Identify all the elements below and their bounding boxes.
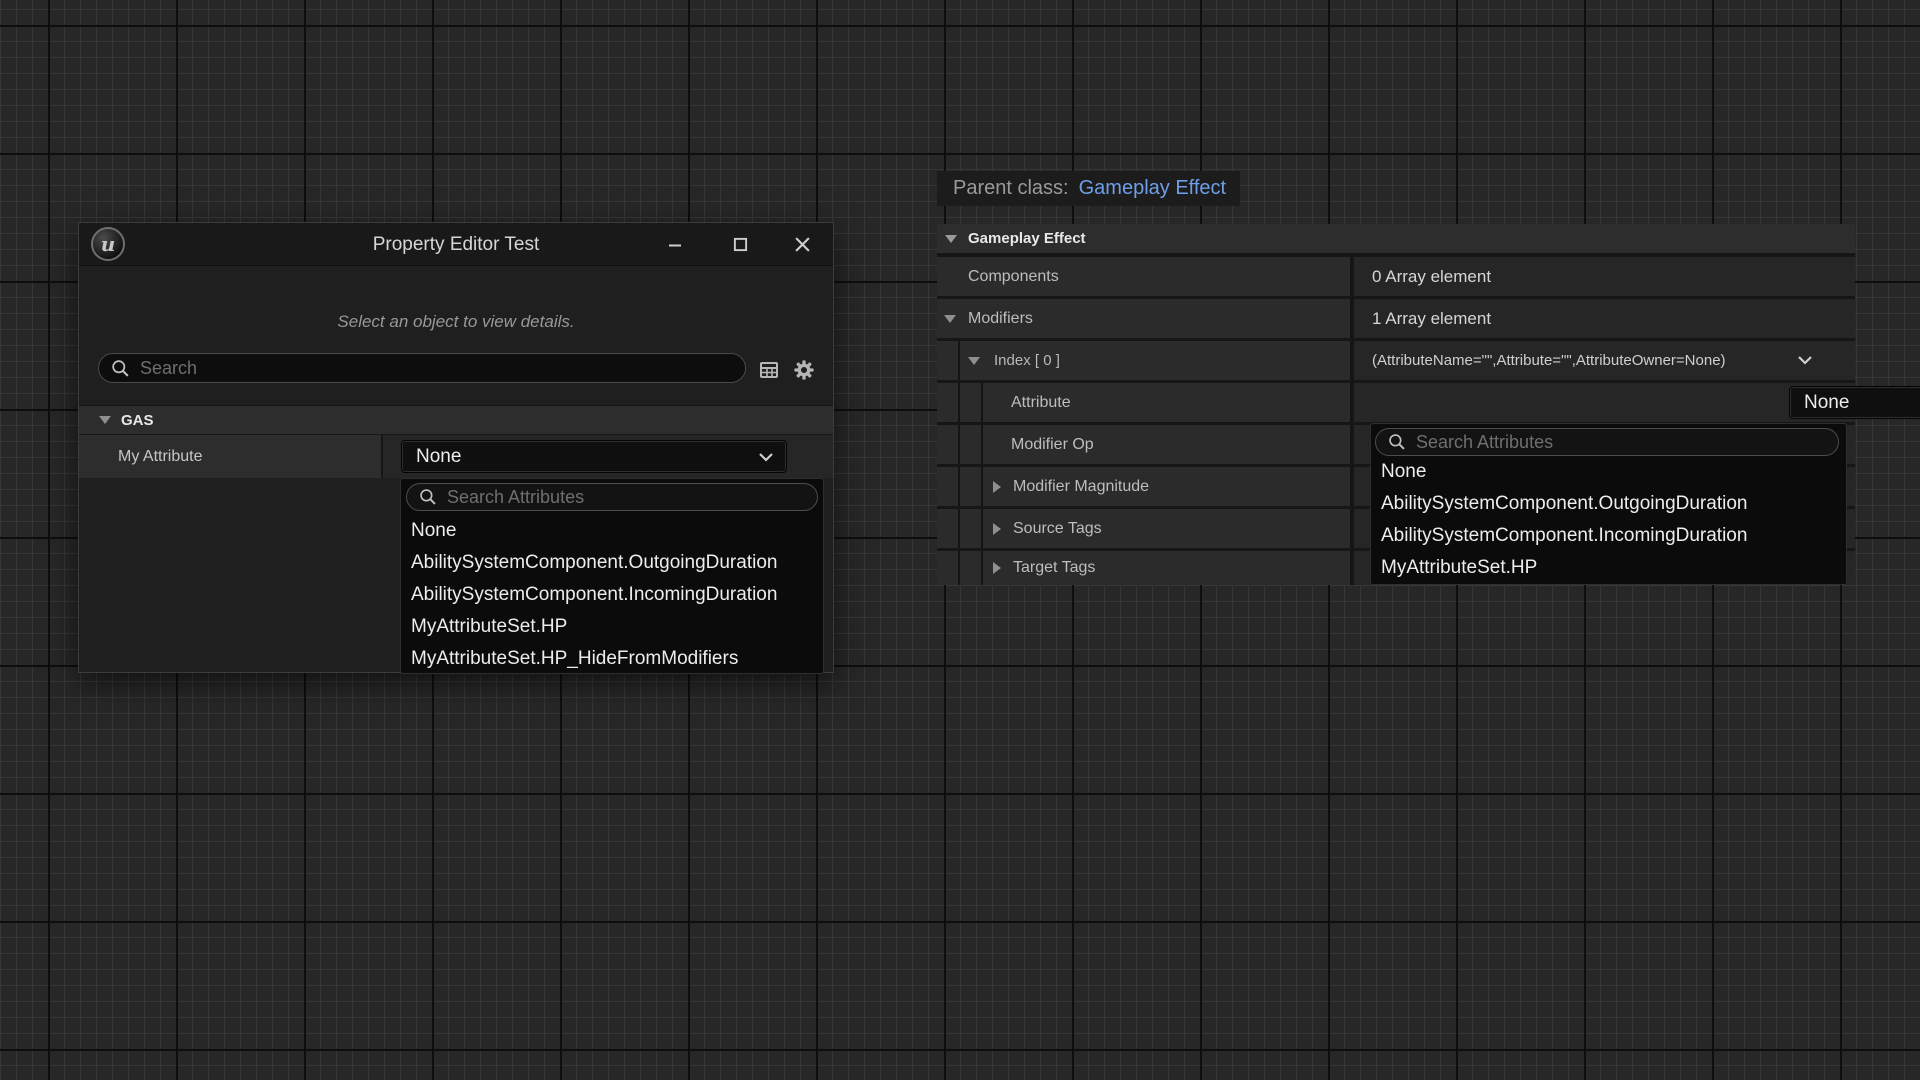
graph-editor-background: u Property Editor Test Select an object …	[0, 0, 1920, 1080]
row-label: Modifier Magnitude	[1013, 467, 1149, 506]
chevron-down-icon	[758, 452, 774, 462]
minimize-icon	[667, 237, 683, 253]
parent-class-bar: Parent class: Gameplay Effect	[937, 171, 1240, 206]
my-attribute-combobox[interactable]: None	[401, 440, 787, 473]
close-icon	[794, 236, 811, 253]
row-label: Source Tags	[1013, 509, 1102, 548]
row-label: Modifier Op	[1011, 425, 1094, 464]
row-label: Attribute	[1011, 383, 1071, 422]
maximize-button[interactable]	[718, 223, 762, 266]
chevron-down-icon[interactable]	[1797, 355, 1813, 365]
empty-selection-hint: Select an object to view details.	[79, 312, 833, 332]
window-titlebar[interactable]: u Property Editor Test	[79, 223, 833, 266]
category-expanded-icon	[945, 235, 957, 243]
combobox-value: None	[416, 446, 461, 468]
array-count: 1 Array element	[1372, 299, 1491, 338]
dropdown-option[interactable]: AbilitySystemComponent.OutgoingDuration	[401, 547, 823, 579]
search-icon	[1388, 433, 1406, 451]
maximize-icon	[733, 237, 748, 252]
gear-icon	[793, 359, 815, 381]
details-search-bar[interactable]	[98, 353, 746, 383]
attribute-search-input[interactable]	[445, 486, 805, 509]
expander-expanded-icon[interactable]	[944, 315, 956, 323]
expander-collapsed-icon[interactable]	[993, 523, 1001, 535]
search-input[interactable]	[138, 357, 733, 380]
attribute-dropdown-popup: None AbilitySystemComponent.OutgoingDura…	[400, 478, 824, 674]
row-label: Modifiers	[968, 299, 1033, 338]
array-count: 0 Array element	[1372, 257, 1491, 296]
attribute-search-bar[interactable]	[1375, 428, 1839, 456]
display-settings-button[interactable]	[757, 358, 781, 382]
property-editor-window: u Property Editor Test Select an object …	[78, 222, 834, 673]
category-header-gas[interactable]: GAS	[79, 405, 833, 435]
property-label: My Attribute	[79, 435, 383, 478]
row-label: Components	[968, 257, 1059, 296]
attribute-combobox[interactable]: None	[1789, 386, 1920, 419]
attribute-search-bar[interactable]	[406, 483, 818, 511]
my-attribute-row: My Attribute None	[79, 435, 833, 478]
dropdown-option[interactable]: AbilitySystemComponent.OutgoingDuration	[1371, 488, 1846, 520]
dropdown-option[interactable]: AbilitySystemComponent.IncomingDuration	[401, 579, 823, 611]
table-view-icon	[759, 360, 779, 380]
attribute-row: Attribute None	[937, 383, 1855, 422]
expander-collapsed-icon[interactable]	[993, 562, 1001, 574]
category-header-gameplay-effect[interactable]: Gameplay Effect	[937, 224, 1855, 253]
attribute-dropdown-popup: None AbilitySystemComponent.OutgoingDura…	[1370, 423, 1847, 585]
details-panel: Gameplay Effect Components 0 Array eleme…	[937, 224, 1855, 585]
parent-class-label: Parent class:	[953, 177, 1069, 200]
dropdown-option[interactable]: None	[1371, 456, 1846, 488]
dropdown-option[interactable]: MyAttributeSet.HP	[1371, 552, 1846, 584]
close-button[interactable]	[780, 223, 824, 266]
combobox-value: None	[1804, 392, 1849, 414]
search-icon	[419, 488, 437, 506]
settings-button[interactable]	[792, 358, 816, 382]
dropdown-option[interactable]: AbilitySystemComponent.IncomingDuration	[1371, 520, 1846, 552]
parent-class-link[interactable]: Gameplay Effect	[1079, 177, 1226, 200]
index-0-row: Index [ 0 ] (AttributeName="",Attribute=…	[937, 341, 1855, 380]
dropdown-option[interactable]: MyAttributeSet.HP_HideFromModifiers	[401, 643, 823, 674]
struct-value: (AttributeName="",Attribute="",Attribute…	[1372, 341, 1726, 380]
expander-expanded-icon[interactable]	[968, 357, 980, 365]
components-row: Components 0 Array element	[937, 257, 1855, 296]
search-icon	[111, 359, 130, 378]
row-label: Index [ 0 ]	[994, 341, 1060, 380]
expander-collapsed-icon[interactable]	[993, 481, 1001, 493]
modifiers-row: Modifiers 1 Array element	[937, 299, 1855, 338]
attribute-search-input[interactable]	[1414, 431, 1826, 454]
dropdown-option[interactable]: MyAttributeSet.HP	[401, 611, 823, 643]
category-expanded-icon	[99, 416, 111, 424]
minimize-button[interactable]	[653, 223, 697, 266]
category-label: GAS	[121, 412, 154, 429]
row-label: Target Tags	[1013, 551, 1095, 585]
dropdown-option[interactable]: None	[401, 515, 823, 547]
category-label: Gameplay Effect	[968, 230, 1086, 247]
